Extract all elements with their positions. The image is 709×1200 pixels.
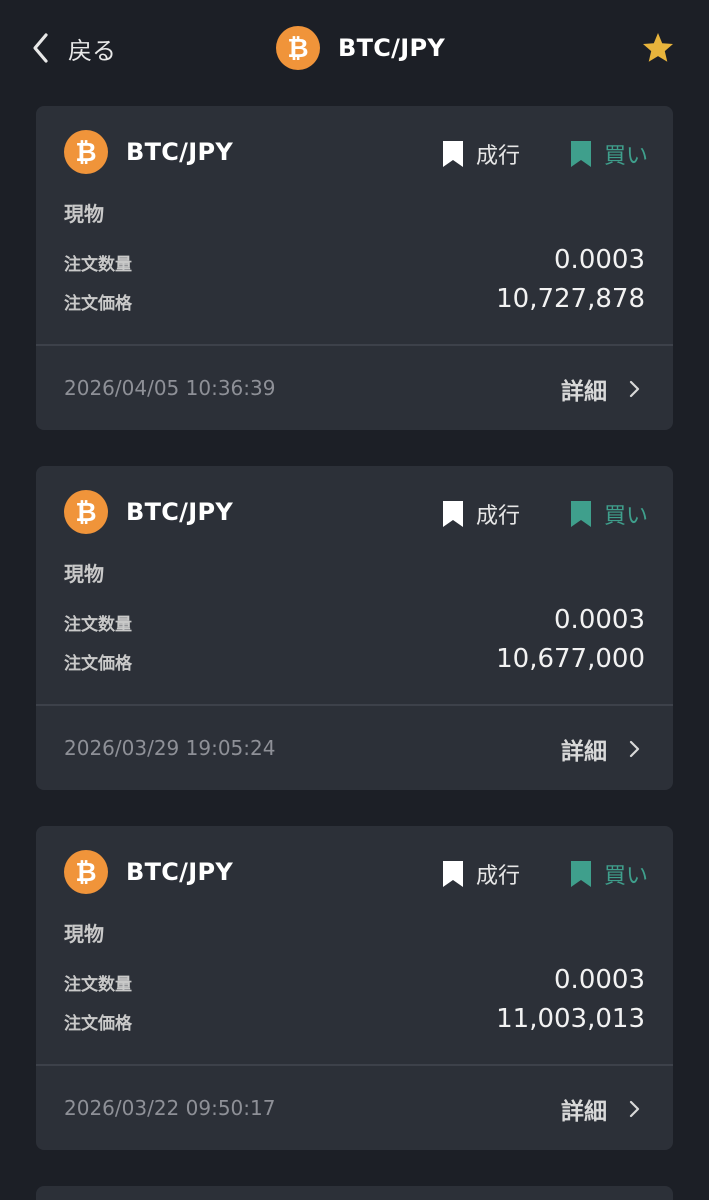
quantity-label: 注文数量 xyxy=(64,615,132,635)
quantity-label: 注文数量 xyxy=(64,255,132,275)
page-title: BTC/JPY xyxy=(338,34,446,62)
detail-button[interactable]: 詳細 xyxy=(561,372,641,406)
order-side-badge: 買い xyxy=(570,858,648,890)
quantity-value: 0.0003 xyxy=(554,965,645,995)
bookmark-icon xyxy=(571,501,591,527)
bitcoin-icon: ₿ xyxy=(64,490,108,534)
order-card: ₿ BTC/JPY 成行 買い 現物 注文数量 0.0003 注文価格 10,7… xyxy=(36,106,673,430)
order-type-badge: 成行 xyxy=(442,498,520,530)
detail-label: 詳細 xyxy=(561,379,607,405)
order-type-label: 成行 xyxy=(476,144,521,169)
favorite-star-icon[interactable] xyxy=(640,30,676,66)
price-label: 注文価格 xyxy=(64,1014,132,1034)
chevron-left-icon xyxy=(33,33,48,63)
price-value: 10,727,878 xyxy=(496,284,645,314)
order-type-badge: 成行 xyxy=(442,138,520,170)
market-type: 現物 xyxy=(64,202,104,226)
order-pair: BTC/JPY xyxy=(126,498,234,526)
order-pair: BTC/JPY xyxy=(126,138,234,166)
order-card: ₿ BTC/JPY 成行 買い 現物 注文数量 0.0003 注文価格 11,0… xyxy=(36,826,673,1150)
bitcoin-icon: ₿ xyxy=(64,130,108,174)
bitcoin-icon: ₿ xyxy=(276,26,320,70)
quantity-value: 0.0003 xyxy=(554,605,645,635)
bookmark-icon xyxy=(571,141,591,167)
quantity-value: 0.0003 xyxy=(554,245,645,275)
divider xyxy=(36,1064,673,1066)
order-timestamp: 2026/03/22 09:50:17 xyxy=(64,1096,276,1120)
detail-label: 詳細 xyxy=(561,1099,607,1125)
bookmark-icon xyxy=(571,861,591,887)
page-title-group: ₿ BTC/JPY xyxy=(276,25,445,71)
order-type-label: 成行 xyxy=(476,504,521,529)
order-timestamp: 2026/03/29 19:05:24 xyxy=(64,736,276,760)
order-side-label: 買い xyxy=(604,504,649,529)
bookmark-icon xyxy=(443,501,463,527)
divider xyxy=(36,344,673,346)
back-label: 戻る xyxy=(68,36,116,65)
order-type-badge: 成行 xyxy=(442,858,520,890)
order-card xyxy=(36,1186,673,1200)
detail-button[interactable]: 詳細 xyxy=(561,1092,641,1126)
bitcoin-icon: ₿ xyxy=(64,850,108,894)
order-side-badge: 買い xyxy=(570,138,648,170)
price-label: 注文価格 xyxy=(64,654,132,674)
order-card-header: ₿ BTC/JPY xyxy=(64,850,646,894)
order-type-label: 成行 xyxy=(476,864,521,889)
order-card-header: ₿ BTC/JPY xyxy=(64,130,646,174)
bookmark-icon xyxy=(443,141,463,167)
market-type: 現物 xyxy=(64,922,104,946)
quantity-label: 注文数量 xyxy=(64,975,132,995)
detail-button[interactable]: 詳細 xyxy=(561,732,641,766)
market-type: 現物 xyxy=(64,562,104,586)
top-bar: 戻る ₿ BTC/JPY xyxy=(0,0,709,96)
detail-label: 詳細 xyxy=(561,739,607,765)
order-card-header: ₿ BTC/JPY xyxy=(64,490,646,534)
price-label: 注文価格 xyxy=(64,294,132,314)
order-side-badge: 買い xyxy=(570,498,648,530)
chevron-right-icon xyxy=(629,1100,640,1118)
order-card: ₿ BTC/JPY 成行 買い 現物 注文数量 0.0003 注文価格 10,6… xyxy=(36,466,673,790)
order-side-label: 買い xyxy=(604,864,649,889)
chevron-right-icon xyxy=(629,740,640,758)
divider xyxy=(36,704,673,706)
bookmark-icon xyxy=(443,861,463,887)
order-pair: BTC/JPY xyxy=(126,858,234,886)
order-side-label: 買い xyxy=(604,144,649,169)
order-timestamp: 2026/04/05 10:36:39 xyxy=(64,376,276,400)
price-value: 11,003,013 xyxy=(496,1004,645,1034)
chevron-right-icon xyxy=(629,380,640,398)
back-button[interactable]: 戻る xyxy=(28,28,116,68)
price-value: 10,677,000 xyxy=(496,644,645,674)
